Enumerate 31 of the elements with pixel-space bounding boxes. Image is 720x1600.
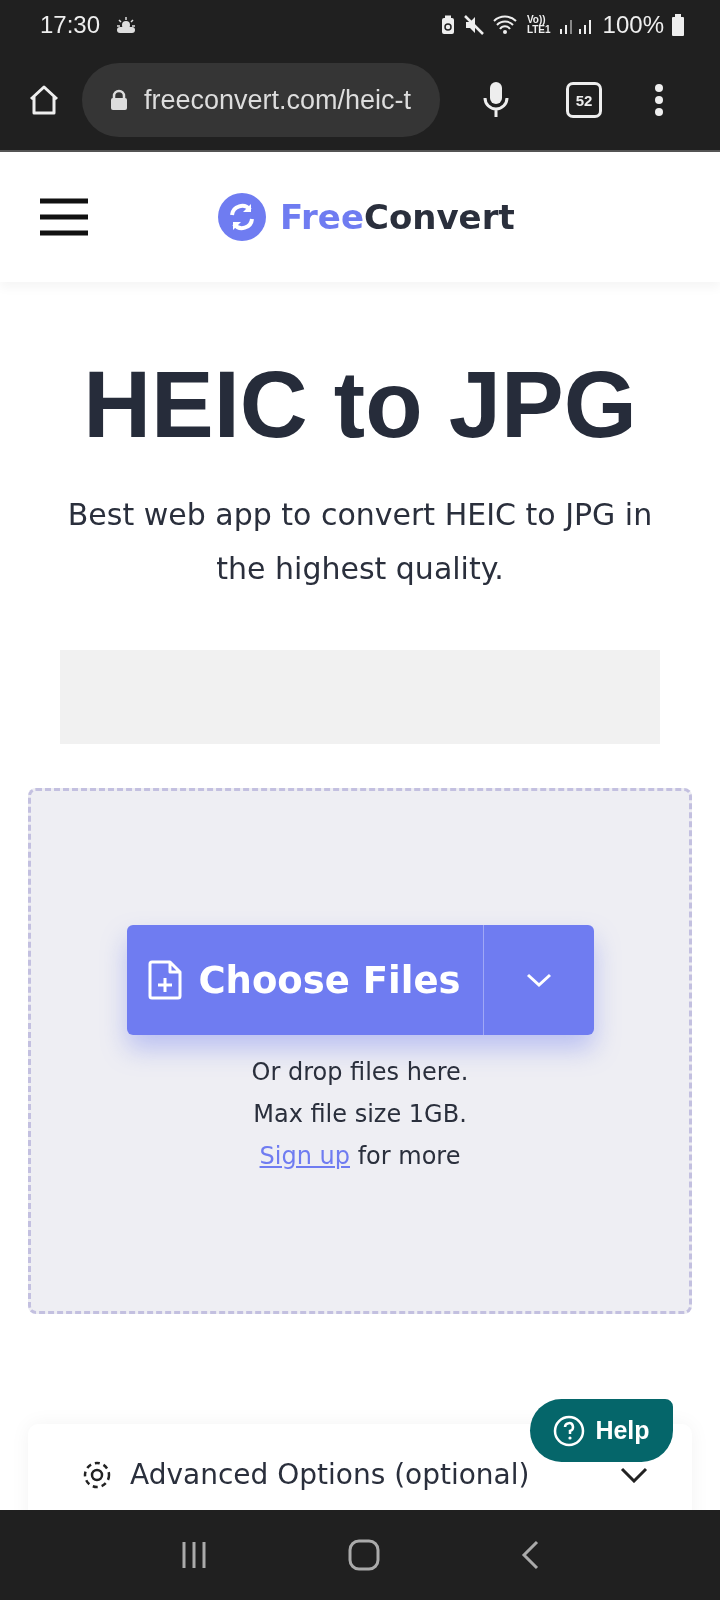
settings-icon: [82, 1459, 112, 1490]
mute-icon: [462, 15, 485, 35]
page-title: HEIC to JPG: [83, 358, 637, 452]
logo-icon: [218, 193, 266, 241]
battery-saver-icon: [440, 15, 455, 35]
choose-files-button[interactable]: Choose Files: [126, 925, 483, 1035]
upload-hint: Or drop files here.: [251, 1057, 469, 1088]
upload-hint: Max file size 1GB.: [253, 1099, 467, 1130]
subtitle: Best web app to convert HEIC to JPG in the highest quality.: [66, 496, 654, 588]
logo-text[interactable]: FreeConvert: [280, 197, 515, 237]
advanced-options-toggle[interactable]: Advanced Options (optional): [82, 1458, 648, 1491]
tab-count-button[interactable]: 52: [566, 82, 602, 118]
network-label: Vo)) LTE1: [526, 15, 551, 35]
home-button-icon[interactable]: [347, 1538, 381, 1572]
back-icon[interactable]: [519, 1539, 541, 1571]
question-icon: [553, 1414, 586, 1447]
battery-percent: 100%: [602, 11, 664, 39]
help-button[interactable]: Help: [530, 1399, 673, 1462]
more-menu-icon[interactable]: [654, 83, 664, 117]
address-bar[interactable]: freeconvert.com/heic-t: [82, 63, 440, 137]
drop-zone[interactable]: Choose Files Or drop files here. Max file size 1GB. Sign up for more: [28, 788, 692, 1314]
chevron-down-icon: [524, 972, 553, 988]
file-add-icon: [148, 959, 185, 1001]
lock-icon: [110, 89, 128, 111]
microphone-icon[interactable]: [482, 80, 510, 120]
wifi-icon: [492, 15, 519, 35]
clock: 17:30: [40, 11, 101, 39]
menu-icon[interactable]: [40, 198, 88, 236]
battery-icon: [672, 14, 684, 36]
url-text: freeconvert.com/heic-t: [144, 84, 412, 116]
signup-hint: for more: [357, 1142, 461, 1170]
